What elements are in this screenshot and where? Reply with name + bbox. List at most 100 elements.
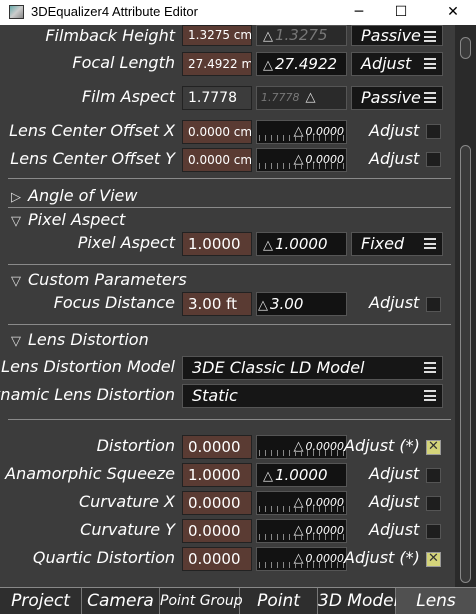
tab-3d-model[interactable]: 3D Model: [318, 588, 398, 614]
section-angle-of-view[interactable]: ▷ Angle of View: [11, 186, 137, 205]
curvature-x-adjust-checkbox[interactable]: [426, 496, 441, 511]
slider-marker-icon: △: [293, 495, 304, 510]
lens-center-x-adjust-checkbox[interactable]: [426, 124, 441, 139]
filmback-height-field[interactable]: 1.3275 cm: [182, 25, 252, 46]
lens-center-x-adjust-label: Adjust: [369, 121, 420, 140]
focus-distance-slider[interactable]: △ 3.00: [256, 292, 347, 316]
menu-icon: [424, 31, 436, 42]
menu-icon: [424, 390, 436, 401]
lens-distortion-model-label: Lens Distortion Model: [1, 357, 175, 376]
slider-marker-icon: △: [258, 298, 268, 313]
curvature-x-adjust-label: Adjust: [369, 492, 420, 511]
window-title: 3DEqualizer4 Attribute Editor: [31, 4, 198, 19]
scroll-up-handle[interactable]: [460, 37, 471, 59]
lens-center-y-slider[interactable]: △ 0.0000: [256, 148, 347, 172]
slider-marker-icon: △: [263, 29, 273, 44]
menu-icon: [424, 58, 436, 69]
section-pixel-aspect[interactable]: ▽ Pixel Aspect: [11, 210, 125, 229]
slider-marker-icon: △: [293, 551, 304, 566]
distortion-adjust-checkbox[interactable]: [426, 439, 441, 455]
slider-marker-icon: △: [293, 124, 304, 139]
slider-marker-icon: △: [305, 90, 316, 105]
focal-length-label: Focal Length: [72, 53, 175, 72]
lens-center-y-adjust-checkbox[interactable]: [426, 152, 441, 167]
close-button[interactable]: ✕: [430, 0, 476, 25]
slider-marker-icon: △: [293, 152, 304, 167]
anamorphic-squeeze-field[interactable]: 1.0000: [182, 463, 252, 487]
anamorphic-squeeze-adjust-label: Adjust: [369, 464, 420, 483]
tab-camera[interactable]: Camera: [82, 588, 160, 614]
distortion-field[interactable]: 0.0000: [182, 435, 252, 459]
menu-icon: [424, 362, 436, 373]
divider: [8, 264, 451, 265]
section-lens-distortion[interactable]: ▽ Lens Distortion: [11, 330, 149, 349]
curvature-x-label: Curvature X: [78, 492, 175, 511]
tab-bar: Project Camera Point Group Point 3D Mode…: [0, 587, 476, 614]
lens-center-y-field[interactable]: 0.0000 cm: [182, 148, 252, 172]
expanded-arrow-icon: ▽: [11, 274, 21, 289]
divider: [8, 324, 451, 325]
focus-distance-label: Focus Distance: [53, 293, 175, 312]
quartic-distortion-adjust-label: Adjust (*): [344, 548, 420, 567]
expanded-arrow-icon: ▽: [11, 214, 21, 229]
expanded-arrow-icon: ▽: [11, 334, 21, 349]
dynamic-lens-distortion-label: ynamic Lens Distortion: [0, 385, 175, 404]
focal-length-field[interactable]: 27.4922 mm: [182, 52, 252, 76]
title-bar: 3DEqualizer4 Attribute Editor ─ ☐ ✕: [0, 0, 476, 25]
distortion-label: Distortion: [96, 436, 175, 455]
curvature-y-field[interactable]: 0.0000: [182, 519, 252, 543]
distortion-slider[interactable]: △ 0.0000: [256, 435, 347, 459]
collapsed-arrow-icon: ▷: [11, 190, 21, 205]
curvature-y-adjust-label: Adjust: [369, 520, 420, 539]
quartic-distortion-field[interactable]: 0.0000: [182, 547, 252, 571]
quartic-distortion-slider[interactable]: △ 0.0000: [256, 547, 347, 571]
slider-marker-icon: △: [293, 523, 304, 538]
curvature-x-slider[interactable]: △ 0.0000: [256, 491, 347, 515]
lens-center-y-adjust-label: Adjust: [369, 149, 420, 168]
lens-center-x-slider[interactable]: △ 0.0000: [256, 120, 347, 144]
focal-length-slider[interactable]: △ 27.4922: [256, 52, 347, 76]
pixel-aspect-field[interactable]: 1.0000: [182, 232, 252, 256]
film-aspect-mode[interactable]: Passive: [351, 86, 443, 110]
divider: [8, 178, 451, 179]
curvature-y-adjust-checkbox[interactable]: [426, 524, 441, 539]
focal-length-mode[interactable]: Adjust: [351, 52, 443, 76]
tab-point-group[interactable]: Point Group: [160, 588, 243, 614]
divider: [8, 207, 451, 208]
minimize-button[interactable]: ─: [336, 0, 382, 25]
section-custom-parameters[interactable]: ▽ Custom Parameters: [11, 270, 187, 289]
attribute-panel: Filmback Height 1.3275 cm △ 1.3275 Passiv…: [0, 25, 455, 587]
filmback-height-slider[interactable]: △ 1.3275: [256, 25, 347, 46]
slider-marker-icon: △: [263, 58, 273, 73]
lens-center-x-field[interactable]: 0.0000 cm: [182, 120, 252, 144]
film-aspect-slider[interactable]: 1.7778 △: [256, 86, 347, 110]
curvature-y-label: Curvature Y: [80, 520, 175, 539]
curvature-x-field[interactable]: 0.0000: [182, 491, 252, 515]
tab-project[interactable]: Project: [0, 588, 82, 614]
focus-distance-adjust-checkbox[interactable]: [426, 297, 441, 312]
pixel-aspect-slider[interactable]: △ 1.0000: [256, 232, 347, 256]
quartic-distortion-adjust-checkbox[interactable]: [426, 551, 441, 567]
anamorphic-squeeze-adjust-checkbox[interactable]: [426, 468, 441, 483]
anamorphic-squeeze-label: Anamorphic Squeeze: [5, 464, 175, 483]
slider-marker-icon: △: [293, 439, 304, 454]
focus-distance-adjust-label: Adjust: [369, 293, 420, 312]
curvature-y-slider[interactable]: △ 0.0000: [256, 519, 347, 543]
app-icon: [9, 5, 24, 19]
dynamic-lens-distortion-dropdown[interactable]: Static: [182, 384, 443, 408]
menu-icon: [424, 238, 436, 249]
lens-distortion-model-dropdown[interactable]: 3DE Classic LD Model: [182, 356, 443, 380]
anamorphic-squeeze-slider[interactable]: △ 1.0000: [256, 463, 347, 487]
filmback-height-mode[interactable]: Passive: [351, 25, 443, 46]
focus-distance-field[interactable]: 3.00 ft: [182, 292, 252, 316]
menu-icon: [424, 92, 436, 103]
distortion-adjust-label: Adjust (*): [344, 436, 420, 455]
scrollbar-thumb[interactable]: [460, 145, 471, 583]
pixel-aspect-mode[interactable]: Fixed: [351, 232, 443, 256]
film-aspect-field[interactable]: 1.7778: [182, 86, 252, 110]
tab-point[interactable]: Point: [240, 588, 318, 614]
lens-center-x-label: Lens Center Offset X: [9, 121, 175, 140]
vertical-scrollbar[interactable]: [455, 25, 476, 587]
maximize-button[interactable]: ☐: [378, 0, 424, 25]
tab-lens[interactable]: Lens: [396, 588, 476, 614]
